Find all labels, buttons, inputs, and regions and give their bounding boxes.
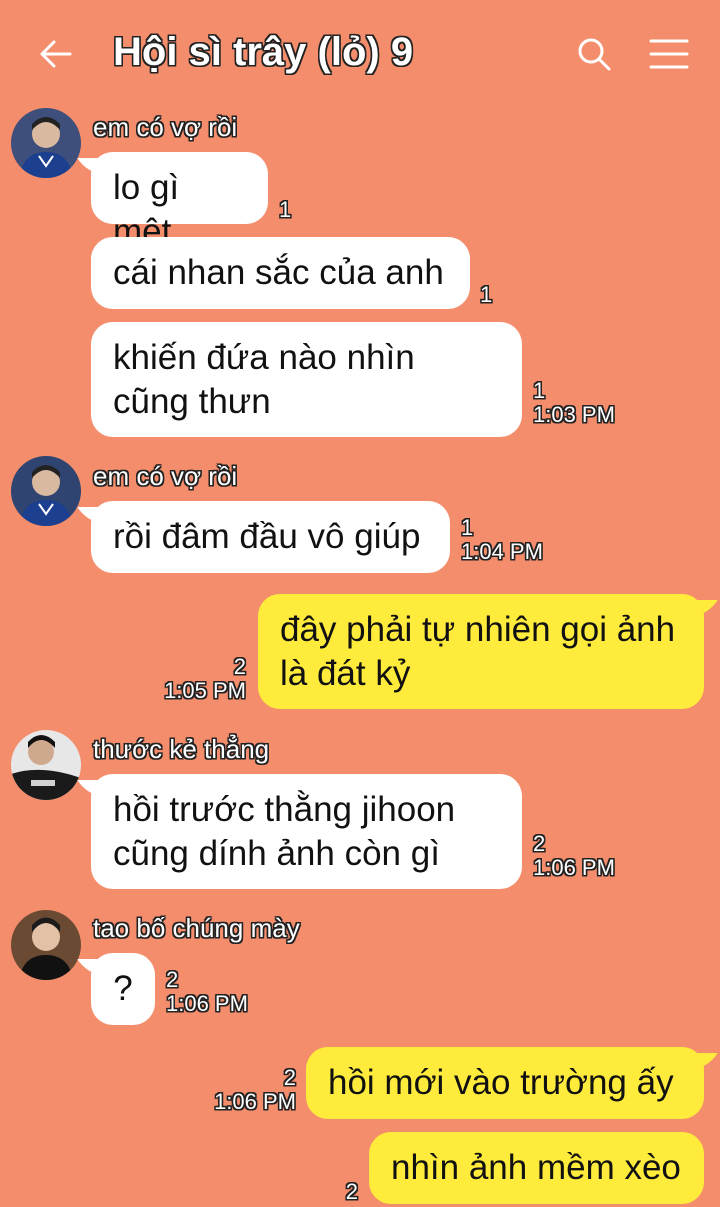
avatar[interactable] — [11, 456, 81, 526]
message-text-line: đây phải tự nhiên gọi ảnh — [280, 610, 676, 649]
message-bubble[interactable]: nhìn ảnh mềm xèo — [369, 1132, 704, 1204]
avatar[interactable] — [11, 910, 81, 980]
search-button[interactable] — [574, 34, 614, 74]
unread-count: 2 — [283, 1065, 296, 1090]
message-text: ? — [113, 969, 133, 1008]
message-meta: 1 — [480, 283, 492, 307]
arrow-left-icon — [40, 40, 72, 68]
timestamp: 1:05 PM — [164, 678, 246, 703]
chat-header: Hội sì trây (lỏ) 9 — [0, 0, 720, 105]
unread-count: 2 — [345, 1179, 358, 1204]
hamburger-menu-icon — [649, 39, 689, 69]
message-meta: 2 1:06 PM — [214, 1066, 296, 1114]
sender-name: tao bố chúng mày — [93, 913, 300, 943]
chat-title: Hội sì trây (lỏ) 9 — [113, 30, 414, 74]
message-bubble[interactable]: lo gì mệt — [91, 152, 268, 251]
message-text: nhìn ảnh mềm xèo — [391, 1148, 681, 1187]
unread-count: 2 — [166, 967, 179, 992]
message-text-line: khiến đứa nào nhìn — [113, 338, 415, 377]
timestamp: 1:06 PM — [214, 1089, 296, 1114]
sender-name: em có vợ rồi — [93, 461, 238, 491]
message-bubble[interactable]: cái nhan sắc của anh — [91, 237, 470, 309]
unread-count: 1 — [279, 197, 292, 222]
message-meta: 2 — [346, 1180, 358, 1204]
message-meta: 2 1:05 PM — [164, 655, 246, 703]
timestamp: 1:06 PM — [533, 855, 615, 880]
message-text-line: hồi trước thằng jihoon — [113, 790, 456, 829]
message-bubble[interactable]: khiến đứa nào nhìn cũng thưn — [91, 322, 522, 437]
message-meta: 2 1:06 PM — [166, 968, 248, 1016]
timestamp: 1:06 PM — [166, 991, 248, 1016]
unread-count: 1 — [480, 282, 493, 307]
message-text-line: cũng dính ảnh còn gì — [113, 834, 440, 873]
message-bubble[interactable]: hồi trước thằng jihoon cũng dính ảnh còn… — [91, 774, 522, 889]
message-text-line: là đát kỷ — [280, 654, 411, 693]
timestamp: 1:03 PM — [533, 402, 615, 427]
message-meta: 1 1:04 PM — [461, 516, 543, 564]
search-icon — [578, 38, 611, 71]
unread-count: 1 — [461, 515, 474, 540]
message-meta: 1 — [279, 198, 291, 222]
sender-name: thước kẻ thẳng — [93, 734, 270, 764]
avatar[interactable] — [11, 730, 81, 800]
sender-name: em có vợ rồi — [93, 112, 238, 142]
message-bubble[interactable]: rồi đâm đầu vô giúp — [91, 501, 450, 573]
back-button[interactable] — [36, 34, 76, 74]
avatar[interactable] — [11, 108, 81, 178]
message-text: rồi đâm đầu vô giúp — [113, 517, 421, 556]
message-meta: 1 1:03 PM — [533, 379, 615, 427]
message-text-line: cũng thưn — [113, 382, 271, 421]
unread-count: 2 — [233, 654, 246, 679]
menu-button[interactable] — [648, 36, 690, 72]
unread-count: 2 — [533, 831, 546, 856]
message-text: cái nhan sắc của anh — [113, 253, 444, 292]
timestamp: 1:04 PM — [461, 539, 543, 564]
message-bubble[interactable]: ? — [91, 953, 155, 1025]
message-bubble[interactable]: đây phải tự nhiên gọi ảnh là đát kỷ — [258, 594, 704, 709]
unread-count: 1 — [533, 378, 546, 403]
message-meta: 2 1:06 PM — [533, 832, 615, 880]
message-bubble[interactable]: hồi mới vào trường ấy — [306, 1047, 704, 1119]
message-text: hồi mới vào trường ấy — [328, 1063, 674, 1102]
